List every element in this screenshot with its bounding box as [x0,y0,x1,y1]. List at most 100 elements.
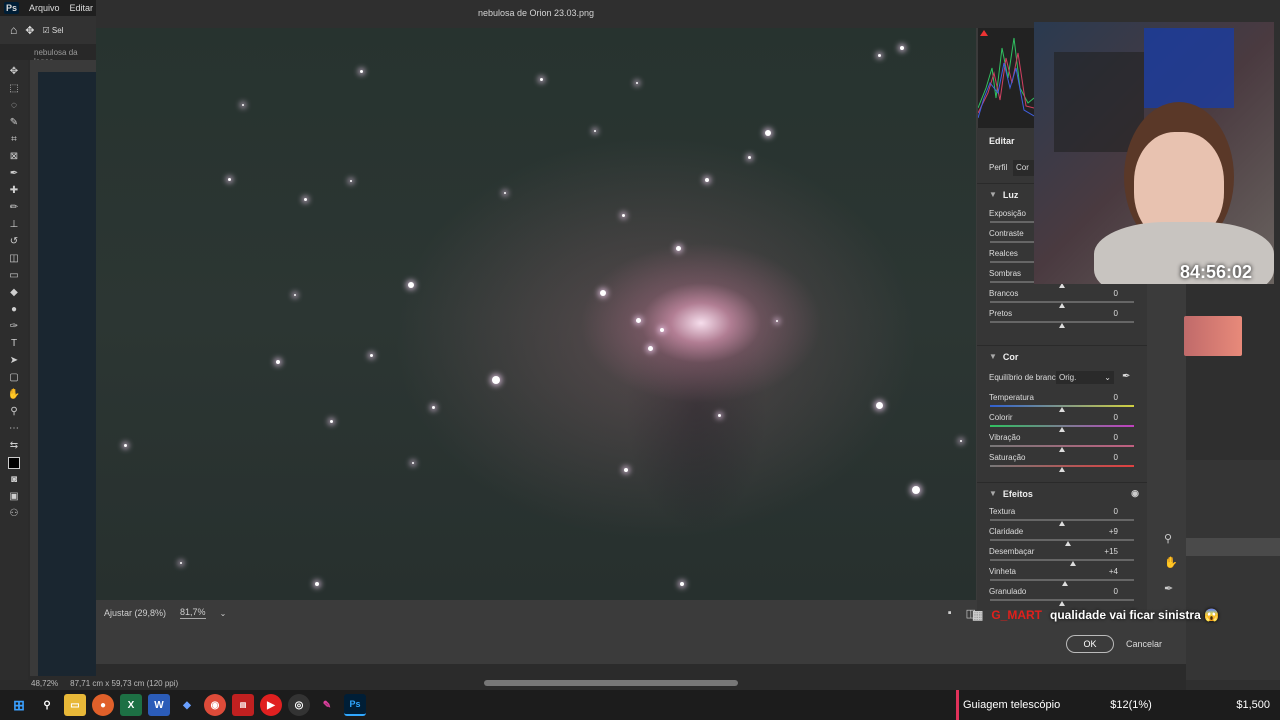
gradient-icon[interactable]: ▭ [5,268,23,283]
path-select-icon[interactable]: ➤ [5,353,23,368]
ticker-label: Guiagem telescópio [963,699,1061,711]
slider-track-efeitos-2[interactable] [990,559,1134,561]
stamp-tool-icon[interactable]: ⊥ [5,217,23,232]
slider-thumb-efeitos-1[interactable] [1065,541,1072,546]
slider-value-efeitos-0[interactable]: 0 [1088,507,1118,516]
menu-arquivo[interactable]: Arquivo [29,3,60,13]
file-explorer-icon[interactable]: ▭ [64,694,86,716]
zoom-icon[interactable]: ⚲ [1164,532,1172,545]
star [676,246,681,251]
sampler-icon[interactable]: ✒ [1164,582,1173,595]
select-checkbox[interactable]: ☑ Sel [42,26,63,35]
visibility-eye-icon[interactable]: ◉ [1131,488,1139,499]
history-brush-icon[interactable]: ↺ [5,234,23,249]
slider-thumb-luz-4[interactable] [1059,303,1065,308]
hand-tool-icon[interactable]: ✋ [5,387,23,402]
white-balance-select[interactable]: Orig. ⌄ [1056,371,1114,384]
crop-tool-icon[interactable]: ⌗ [5,132,23,147]
zoom-tool-icon[interactable]: ⚲ [5,404,23,419]
section-efeitos[interactable]: ▼ Efeitos ◉ [977,482,1147,504]
ticker-bar [956,690,959,720]
cancel-button[interactable]: Cancelar [1122,635,1166,653]
slider-track-efeitos-1[interactable] [990,539,1134,541]
lasso-tool-icon[interactable]: ◌ [5,98,23,113]
nebula-image-preview[interactable] [96,28,976,600]
share-icon[interactable]: ⚇ [5,506,23,521]
photoshop-taskbar-icon[interactable]: Ps [344,694,366,716]
quick-mask-icon[interactable]: ◙ [5,472,23,487]
menu-editar[interactable]: Editar [70,3,94,13]
hand-icon[interactable]: ✋ [1164,556,1178,569]
word-icon[interactable]: W [148,694,170,716]
marquee-tool-icon[interactable]: ⬚ [5,81,23,96]
pen-tool-icon[interactable]: ✑ [5,319,23,334]
slider-value-efeitos-4[interactable]: 0 [1088,587,1118,596]
screen-mode-icon[interactable]: ▣ [5,489,23,504]
pen-app-icon[interactable]: ✎ [316,694,338,716]
slider-thumb-cor-0[interactable] [1059,407,1065,412]
slider-value-cor-1[interactable]: 0 [1088,413,1118,422]
slider-thumb-cor-2[interactable] [1059,447,1065,452]
ok-button[interactable]: OK [1066,635,1114,653]
player-icon[interactable]: ▶ [260,694,282,716]
slider-value-cor-3[interactable]: 0 [1088,453,1118,462]
histogram [978,28,1034,128]
eyedropper-icon[interactable]: ✒ [5,166,23,181]
color-swatch-icon[interactable] [5,455,23,470]
edit-panel-title: Editar [989,136,1015,146]
slider-thumb-cor-1[interactable] [1059,427,1065,432]
star [748,156,751,159]
white-balance-eyedropper-icon[interactable]: ✒ [1122,371,1130,382]
star [876,402,883,409]
eraser-icon[interactable]: ◫ [5,251,23,266]
blur-icon[interactable]: ◆ [5,285,23,300]
chrome-icon[interactable]: ◉ [204,694,226,716]
slider-thumb-efeitos-0[interactable] [1059,521,1065,526]
slider-value-cor-2[interactable]: 0 [1088,433,1118,442]
slider-thumb-luz-5[interactable] [1059,323,1065,328]
zoom-value[interactable]: 81,7% [180,607,206,619]
chevron-down-icon[interactable]: ⌄ [220,609,227,618]
search-icon[interactable]: ⚲ [36,694,58,716]
healing-brush-icon[interactable]: ✚ [5,183,23,198]
profile-select[interactable]: Cor [1013,160,1035,176]
slider-value-efeitos-2[interactable]: +15 [1088,547,1118,556]
dodge-icon[interactable]: ● [5,302,23,317]
slider-value-luz-5[interactable]: 0 [1088,309,1118,318]
brush-tool-icon[interactable]: ✏ [5,200,23,215]
star [412,462,414,464]
slider-value-efeitos-1[interactable]: +9 [1088,527,1118,536]
swap-colors-icon[interactable]: ⇆ [5,438,23,453]
slider-label-luz-2: Realces [989,249,1018,258]
shape-tool-icon[interactable]: ▢ [5,370,23,385]
slider-value-efeitos-3[interactable]: +4 [1088,567,1118,576]
star [180,562,182,564]
white-balance-value: Orig. [1059,373,1077,382]
vpn-icon[interactable]: ◆ [176,694,198,716]
star [878,54,881,57]
clipping-warning-icon[interactable] [980,30,988,36]
obs-icon[interactable]: ◎ [288,694,310,716]
single-view-icon[interactable]: ▪ [948,607,952,619]
slider-thumb-efeitos-3[interactable] [1061,581,1068,586]
excel-icon[interactable]: X [120,694,142,716]
slider-value-cor-0[interactable]: 0 [1088,393,1118,402]
move-icon[interactable]: ✥ [25,24,34,37]
slider-value-luz-4[interactable]: 0 [1088,289,1118,298]
quick-select-icon[interactable]: ✎ [5,115,23,130]
horizontal-scrollbar[interactable] [484,680,738,686]
media-app-icon[interactable]: ▤ [232,694,254,716]
slider-thumb-efeitos-4[interactable] [1059,601,1065,606]
type-tool-icon[interactable]: T [5,336,23,351]
move-tool-icon[interactable]: ✥ [5,64,23,79]
slider-thumb-efeitos-2[interactable] [1069,561,1076,566]
section-cor[interactable]: ▼ Cor [977,345,1147,367]
firefox-icon[interactable]: ● [92,694,114,716]
windows-start-icon[interactable]: ⊞ [8,694,30,716]
frame-tool-icon[interactable]: ⊠ [5,149,23,164]
document-tab[interactable]: nebulosa da lagoa [0,44,96,66]
home-icon[interactable]: ⌂ [10,23,17,37]
slider-thumb-cor-3[interactable] [1059,467,1065,472]
more-tools-icon[interactable]: ⋯ [5,421,23,436]
fit-zoom-button[interactable]: Ajustar (29,8%) [104,608,166,618]
